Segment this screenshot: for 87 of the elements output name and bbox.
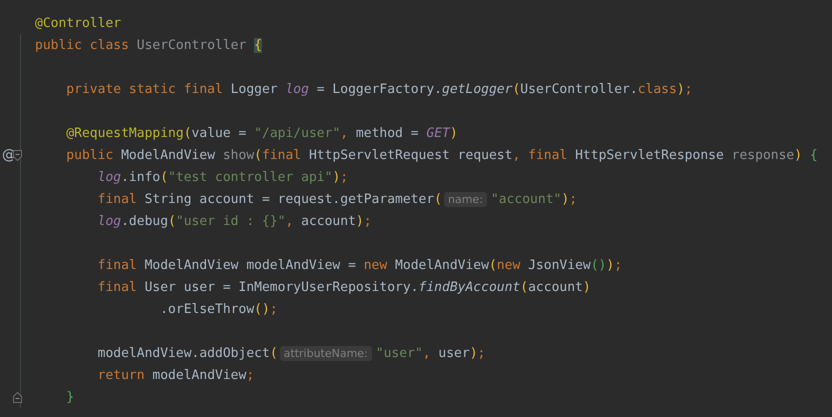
string-literal: "user id : {}": [176, 214, 286, 228]
keyword: ;: [569, 192, 578, 206]
code-text: ModelAndView modelAndView =: [144, 258, 357, 272]
bracket: ): [561, 192, 570, 206]
brace: {: [254, 38, 262, 52]
keyword: ,: [422, 346, 432, 360]
code-text: UserController.: [520, 82, 638, 96]
code-text: = LoggerFactory.: [316, 82, 442, 96]
annotation: @Controller: [35, 16, 122, 30]
bracket: (): [590, 258, 606, 272]
keyword: new: [364, 258, 388, 272]
code-text: User user = InMemoryUserRepository.: [144, 280, 419, 294]
bracket: (: [434, 192, 442, 206]
fold-icon[interactable]: [13, 392, 22, 402]
bracket: (: [160, 170, 168, 184]
bracket: }: [65, 390, 74, 404]
keyword: final: [96, 192, 137, 206]
bracket: {: [808, 148, 818, 162]
bracket: (: [184, 126, 192, 140]
string-literal: "/api/user": [254, 126, 340, 140]
bracket: ): [676, 82, 685, 96]
keyword: ;: [270, 302, 278, 316]
code-text: modelAndView.addObject: [96, 346, 270, 360]
code-text: String account = request.getParameter: [144, 192, 434, 206]
code-text: user: [438, 346, 470, 360]
bracket: (): [254, 302, 270, 316]
keyword: ;: [246, 368, 254, 382]
keyword: ;: [340, 170, 348, 184]
bracket: ): [470, 346, 478, 360]
keyword: return: [96, 368, 145, 382]
code-text: JsonView: [527, 258, 591, 272]
code-text: .debug: [121, 214, 168, 228]
identifier: response: [732, 148, 794, 162]
string-literal: "user": [376, 346, 423, 360]
code-text: modelAndView: [151, 368, 246, 382]
keyword: public class: [35, 38, 130, 52]
keyword: final: [96, 280, 137, 294]
keyword: final: [96, 258, 137, 272]
keyword: private static final: [65, 82, 223, 96]
keyword: ,: [340, 126, 350, 140]
fold-icon[interactable]: [13, 150, 22, 160]
field-name: log: [96, 170, 122, 184]
code-text: account: [301, 214, 356, 228]
bracket: ): [794, 148, 802, 162]
keyword: new: [496, 258, 520, 272]
keyword: ;: [684, 82, 692, 96]
code-text: method =: [356, 126, 420, 140]
keyword: , final: [512, 148, 568, 162]
string-literal: "test controller api": [168, 170, 332, 184]
bracket: (: [168, 214, 176, 228]
identifier: show: [222, 148, 254, 162]
bracket: (: [488, 258, 497, 272]
keyword: public: [65, 148, 114, 162]
parameter-hint: attributeName:: [280, 346, 372, 360]
code-text: account: [528, 280, 583, 294]
identifier: UserController: [136, 38, 248, 52]
bracket: ): [356, 214, 364, 228]
code-text: HttpServletRequest request: [308, 148, 512, 162]
code-text: HttpServletResponse: [574, 148, 725, 162]
code-text: .orElseThrow: [159, 302, 254, 316]
field-name: log: [96, 214, 122, 228]
code-text: value =: [192, 126, 248, 140]
parameter-hint: name:: [444, 192, 487, 206]
field-name: log: [285, 82, 309, 96]
bracket: (: [254, 148, 262, 162]
keyword: final: [262, 148, 302, 162]
keyword: ;: [478, 346, 486, 360]
keyword: ,: [285, 214, 294, 228]
code-text: Logger: [230, 82, 279, 96]
bracket: ): [332, 170, 340, 184]
keyword: class: [638, 82, 677, 96]
bracket: ): [582, 280, 591, 294]
field-name: GET: [426, 126, 450, 140]
keyword: ;: [364, 214, 372, 228]
annotation: @RequestMapping: [65, 126, 184, 140]
code-text: ModelAndView: [394, 258, 489, 272]
method-call: findByAccount: [418, 280, 520, 294]
bracket: ): [450, 126, 458, 140]
keyword: ;: [614, 258, 622, 272]
bracket: (: [270, 346, 278, 360]
bracket: (: [520, 280, 528, 294]
method-call: getLogger: [442, 82, 512, 96]
string-literal: "account": [490, 192, 562, 206]
code-text: ModelAndView: [120, 148, 216, 162]
bracket: ): [606, 258, 614, 272]
bracket: (: [512, 82, 520, 96]
code-text: .info: [121, 170, 160, 184]
